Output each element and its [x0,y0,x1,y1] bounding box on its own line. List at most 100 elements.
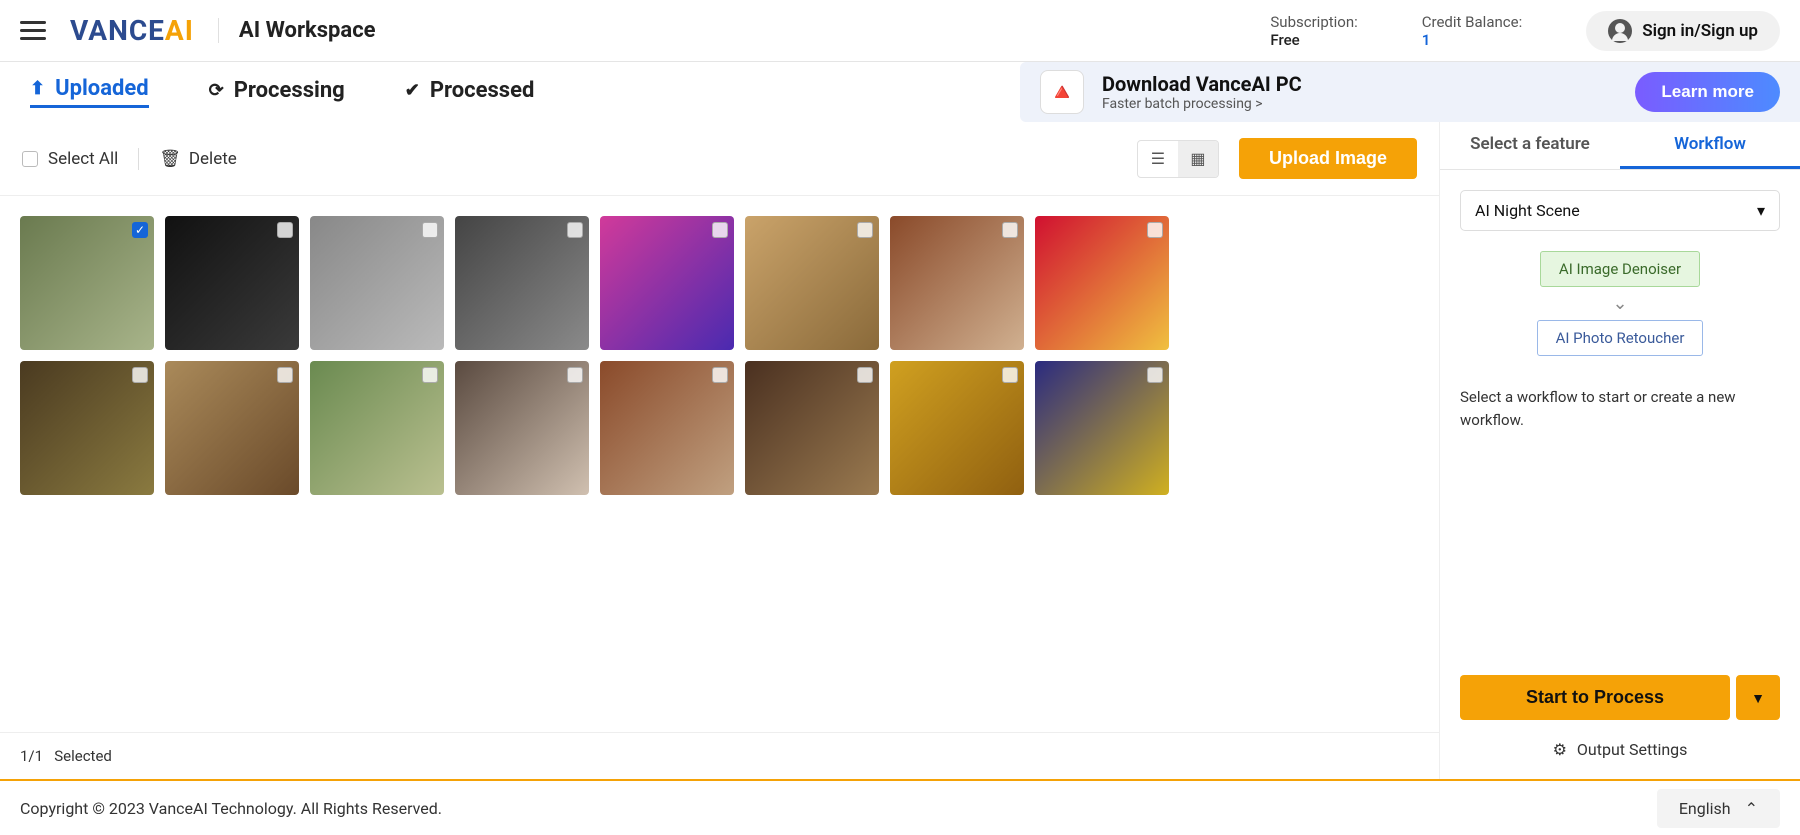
process-row: Start to Process ▼ [1440,655,1800,740]
copyright: Copyright © 2023 VanceAI Technology. All… [20,799,442,818]
credit-label: Credit Balance: [1422,13,1522,31]
content-panel: Select All 🗑 Delete ☰ ▦ Upload Image ✓ 1… [0,122,1440,779]
promo-title: Download VanceAI PC [1102,72,1617,96]
tab-processing[interactable]: ⟳ Processing [209,78,345,107]
select-all-checkbox[interactable] [22,151,38,167]
feature-dropdown[interactable]: AI Night Scene ▾ [1460,190,1780,231]
delete-button[interactable]: 🗑 Delete [159,149,237,169]
thumbnail-checkbox[interactable]: ✓ [132,222,148,238]
image-thumbnail[interactable] [600,361,734,495]
check-icon: ✔ [405,80,420,101]
thumbnail-checkbox[interactable] [712,222,728,238]
image-thumbnail[interactable] [600,216,734,350]
thumbnail-checkbox[interactable] [567,222,583,238]
start-process-button[interactable]: Start to Process [1460,675,1730,720]
image-thumbnail[interactable] [745,216,879,350]
image-thumbnail[interactable] [890,216,1024,350]
workflow-step-2[interactable]: AI Photo Retoucher [1537,320,1704,356]
upload-icon: ⬆ [30,78,45,99]
feature-selected-label: AI Night Scene [1475,201,1580,220]
tab-select-feature[interactable]: Select a feature [1440,122,1620,169]
subheader: ⬆ Uploaded ⟳ Processing ✔ Processed 🔺 Do… [0,62,1800,122]
select-all[interactable]: Select All [22,149,118,169]
language-selector[interactable]: English ⌃ [1657,789,1780,828]
side-panel: Select a feature Workflow AI Night Scene… [1440,122,1800,779]
image-thumbnail[interactable] [745,361,879,495]
thumbnail-checkbox[interactable] [1002,367,1018,383]
image-thumbnail[interactable] [310,361,444,495]
divider [138,148,139,170]
thumbnail-checkbox[interactable] [1147,367,1163,383]
thumbnail-checkbox[interactable] [1002,222,1018,238]
stage-tabs: ⬆ Uploaded ⟳ Processing ✔ Processed [0,62,1020,122]
signin-button[interactable]: Sign in/Sign up [1586,11,1780,51]
process-dropdown-button[interactable]: ▼ [1736,675,1780,720]
thumbnail-checkbox[interactable] [422,222,438,238]
logo-text-primary: VANCE [70,14,165,47]
thumbnail-checkbox[interactable] [567,367,583,383]
selected-count: 1/1 [20,747,43,765]
grid-toolbar: Select All 🗑 Delete ☰ ▦ Upload Image [0,122,1439,196]
app-icon: 🔺 [1040,70,1084,114]
signin-label: Sign in/Sign up [1642,21,1758,41]
header: VANCEAI AI Workspace Subscription: Free … [0,0,1800,62]
select-all-label: Select All [48,149,118,169]
image-thumbnail[interactable] [455,361,589,495]
subscription-value: Free [1270,31,1357,49]
thumbnail-checkbox[interactable] [857,367,873,383]
thumbnail-checkbox[interactable] [1147,222,1163,238]
grid-view-button[interactable]: ▦ [1178,141,1218,177]
list-view-button[interactable]: ☰ [1138,141,1178,177]
selected-label: Selected [54,747,112,765]
tab-processed-label: Processed [430,78,535,103]
chevron-down-icon: ▾ [1757,201,1765,220]
thumbnail-checkbox[interactable] [857,222,873,238]
language-label: English [1679,799,1731,818]
learn-more-button[interactable]: Learn more [1635,72,1780,112]
thumbnail-checkbox[interactable] [422,367,438,383]
thumbnail-checkbox[interactable] [277,367,293,383]
tab-uploaded[interactable]: ⬆ Uploaded [30,76,149,108]
delete-label: Delete [189,149,237,169]
workflow-step-1[interactable]: AI Image Denoiser [1540,251,1700,287]
image-thumbnail[interactable] [310,216,444,350]
footer: Copyright © 2023 VanceAI Technology. All… [0,779,1800,835]
image-thumbnail[interactable] [1035,216,1169,350]
image-thumbnail[interactable] [165,216,299,350]
image-thumbnail[interactable] [455,216,589,350]
subscription-block: Subscription: Free [1270,13,1357,49]
thumbnail-checkbox[interactable] [132,367,148,383]
thumbnail-checkbox[interactable] [712,367,728,383]
image-thumbnail[interactable] [165,361,299,495]
view-toggle: ☰ ▦ [1137,140,1219,178]
chevron-up-icon: ⌃ [1745,799,1758,818]
workflow-hint: Select a workflow to start or create a n… [1440,356,1800,461]
tab-processing-label: Processing [234,78,345,103]
subscription-label: Subscription: [1270,13,1357,31]
image-thumbnail[interactable]: ✓ [20,216,154,350]
image-thumbnail[interactable] [890,361,1024,495]
trash-icon: 🗑 [159,149,181,169]
credit-block: Credit Balance: 1 [1422,13,1522,49]
output-settings-button[interactable]: ⚙ Output Settings [1440,740,1800,779]
tab-processed[interactable]: ✔ Processed [405,78,535,107]
logo[interactable]: VANCEAI [70,14,194,47]
image-thumbnail[interactable] [1035,361,1169,495]
image-grid-wrap: ✓ [0,196,1439,732]
image-thumbnail[interactable] [20,361,154,495]
side-tabs: Select a feature Workflow [1440,122,1800,170]
logo-text-accent: AI [165,14,194,47]
credit-value[interactable]: 1 [1422,31,1522,49]
refresh-icon: ⟳ [209,80,224,101]
main: Select All 🗑 Delete ☰ ▦ Upload Image ✓ 1… [0,122,1800,779]
promo-subtitle[interactable]: Faster batch processing > [1102,96,1617,112]
thumbnail-checkbox[interactable] [277,222,293,238]
promo-banner: 🔺 Download VanceAI PC Faster batch proce… [1020,62,1800,122]
avatar-icon [1608,19,1632,43]
tab-workflow[interactable]: Workflow [1620,122,1800,169]
menu-icon[interactable] [20,21,46,40]
tab-uploaded-label: Uploaded [55,76,149,101]
upload-button[interactable]: Upload Image [1239,138,1417,179]
page-title: AI Workspace [218,18,376,43]
output-settings-label: Output Settings [1577,740,1688,759]
